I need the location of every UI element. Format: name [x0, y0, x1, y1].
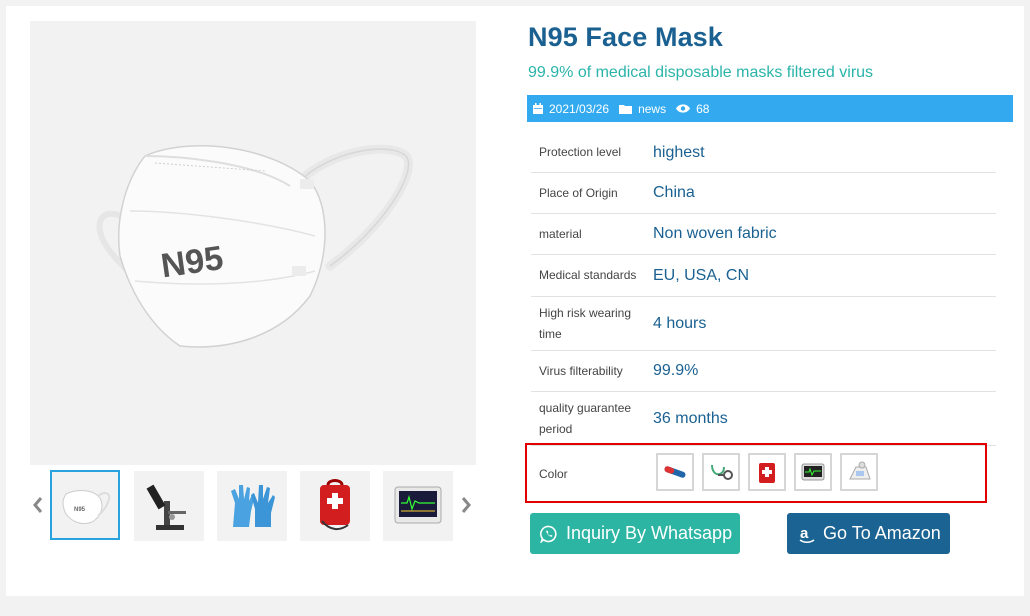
spec-value: Non woven fabric: [653, 225, 777, 242]
color-swatch-stethoscope[interactable]: [702, 453, 740, 491]
n95-mask-illustration: N95: [96, 144, 413, 348]
whatsapp-icon: [540, 525, 557, 543]
chevron-left-icon: [33, 497, 43, 513]
thermometer-icon: [664, 466, 686, 478]
spec-row: Protection level highest: [531, 133, 996, 173]
meta-category-text: news: [638, 101, 667, 116]
spec-label: Protection level: [539, 145, 622, 159]
pump-icon: [849, 461, 871, 480]
thumbnail-mask[interactable]: N95: [50, 470, 120, 540]
spec-row: Place of Origin China: [531, 173, 996, 214]
meta-category[interactable]: news: [619, 102, 666, 116]
meta-date-text: 2021/03/26: [549, 101, 610, 116]
spec-row: Virus filterability 99.9%: [531, 351, 996, 392]
spec-value: EU, USA, CN: [653, 266, 750, 284]
thumbnail-first-aid-bag[interactable]: [300, 471, 370, 541]
thumbnail-patient-monitor[interactable]: [383, 471, 453, 541]
whatsapp-button-label: Inquiry By Whatsapp: [566, 523, 733, 543]
svg-text:a: a: [800, 525, 809, 542]
product-subtitle: 99.9% of medical disposable masks filter…: [528, 64, 874, 81]
spec-value: China: [653, 184, 695, 201]
svg-text:N95: N95: [74, 507, 86, 513]
meta-views-text: 68: [696, 101, 710, 116]
inquiry-whatsapp-button[interactable]: Inquiry By Whatsapp: [530, 513, 740, 554]
spec-row: High risk wearing time 4 hours: [531, 297, 996, 351]
spec-row: Medical standards EU, USA, CN: [531, 255, 996, 297]
eye-icon: [676, 104, 691, 113]
amazon-icon: a: [799, 525, 815, 543]
color-swatch-thermometer[interactable]: [656, 453, 694, 491]
meta-date: 2021/03/26: [533, 102, 609, 116]
calendar-icon: [533, 103, 543, 114]
thumbnail-gloves[interactable]: [217, 471, 287, 541]
spec-value: highest: [653, 143, 705, 161]
spec-label: quality guarantee period: [539, 400, 632, 436]
spec-label: Place of Origin: [539, 185, 618, 200]
amazon-button-label: Go To Amazon: [823, 523, 941, 543]
main-product-image[interactable]: N95: [30, 21, 476, 465]
chevron-right-icon: [461, 497, 471, 513]
folder-icon: [619, 104, 633, 114]
spec-value: 36 months: [653, 409, 728, 427]
spec-label: Virus filterability: [539, 363, 623, 378]
color-swatch-patient-monitor[interactable]: [794, 453, 832, 491]
color-label: Color: [539, 467, 568, 481]
first-aid-bag-icon: [320, 479, 350, 531]
n95-mask-icon: N95: [62, 490, 111, 525]
gloves-icon: [231, 485, 275, 527]
spec-row: material Non woven fabric: [531, 214, 996, 255]
color-swatch-first-aid-kit[interactable]: [748, 453, 786, 491]
monitor-icon: [801, 463, 825, 481]
microscope-icon: [146, 484, 186, 530]
patient-monitor-icon: [394, 486, 442, 524]
color-option-row: Color: [525, 443, 987, 503]
spec-row: quality guarantee period 36 months: [531, 392, 996, 446]
meta-views: 68: [676, 102, 709, 116]
spec-label: High risk wearing time: [539, 305, 632, 341]
thumbnail-microscope[interactable]: [134, 471, 204, 541]
spec-label: material: [539, 226, 582, 241]
spec-value: 99.9%: [653, 362, 699, 379]
go-to-amazon-button[interactable]: a Go To Amazon: [787, 513, 950, 554]
gallery-next-button[interactable]: [459, 493, 473, 517]
spec-label: Medical standards: [539, 268, 637, 282]
spec-value: 4 hours: [653, 314, 707, 332]
stethoscope-icon: [711, 464, 733, 480]
gallery-prev-button[interactable]: [31, 493, 45, 517]
color-swatch-pump[interactable]: [840, 453, 878, 491]
meta-bar: 2021/03/26 news 68: [527, 95, 1013, 122]
first-aid-kit-icon: [759, 463, 775, 483]
product-title: N95 Face Mask: [528, 22, 723, 52]
